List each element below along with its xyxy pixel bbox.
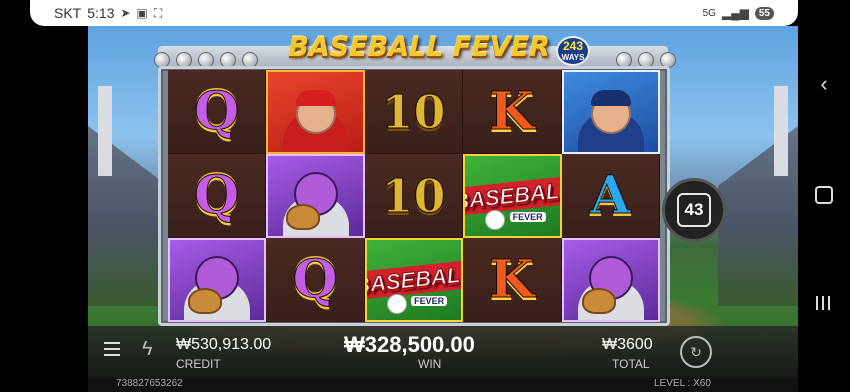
reel-cell: K [463,238,562,322]
baseball-icon [386,294,407,314]
spin-icon[interactable]: ↻ [680,336,712,368]
baseball-icon [485,210,506,230]
ways-badge: 243 WAYS [556,36,590,66]
reel-grid[interactable]: Q 10 K Q 10 BASEBALL FEVER A Q BASEBALL FEVER K [168,70,660,322]
game-title: BASEBALL FEVER [288,32,550,63]
symbol-catcher [266,154,365,238]
logo-subtext: FEVER [509,212,546,222]
symbol-batter [266,70,365,154]
symbol-wild-logo: BASEBALL FEVER [364,238,464,322]
ways-badge-number: 243 [562,39,584,53]
clock: 5:13 [87,5,115,21]
credit-label: CREDIT [176,357,221,371]
system-nav-bar: ‹ [798,0,850,392]
network-label: 5G [702,7,716,19]
total-bet-label: TOTAL [612,357,650,371]
symbol-pitcher [561,70,660,154]
menu-icon[interactable] [104,342,120,360]
signal-icon: ▂▄▆ [721,6,749,20]
symbol-k: K [489,249,535,311]
symbol-10: 10 [381,168,446,223]
symbol-q: Q [292,249,338,311]
credit-value: ₩530,913.00 [176,336,272,353]
symbol-wild-logo: BASEBALL FEVER [463,154,562,238]
symbol-catcher [561,238,660,322]
symbol-a: A [590,165,631,227]
light-tower [774,86,788,176]
logo-subtext: FEVER [411,296,448,306]
carrier-label: SKT [54,5,82,21]
telegram-icon: ➤ [120,6,131,20]
symbol-catcher [168,238,267,322]
total-bet-value[interactable]: ₩3600 [602,336,653,354]
session-id: 738827653262 [116,378,183,389]
back-icon[interactable]: ‹ [808,68,840,100]
logo-text: BASEBALL [366,259,462,301]
win-value: ₩328,500.00 [344,332,475,357]
reel-cell: 10 [364,154,464,238]
light-tower [98,86,112,176]
game-area: Q 10 K Q 10 BASEBALL FEVER A Q BASEBALL FEVER K BAS… [88,26,798,392]
symbol-k: K [489,81,535,143]
bottom-bar: ϟ ₩530,913.00 CREDIT ₩328,500.00 WIN ₩36… [88,326,798,378]
turbo-icon[interactable]: ϟ [142,338,153,361]
footer: 738827653262 LEVEL : X60 [88,378,798,392]
home-icon[interactable] [815,186,833,204]
reel-cell: Q [266,238,365,322]
reel-cell: Q [168,70,267,154]
symbol-q: Q [194,81,240,143]
ways-badge-label: WAYS [561,53,585,62]
reel-cell: 10 [364,70,464,154]
ways-counter-value: 43 [677,193,711,227]
reel-cell: Q [168,154,267,238]
battery-indicator: 55 [754,6,774,20]
symbol-10: 10 [381,84,446,139]
status-bar: SKT 5:13 ➤ ▣ ⛶ 5G ▂▄▆ 55 [30,0,798,26]
screenshot-icon: ⛶ [153,5,163,20]
win-label: WIN [418,357,442,371]
ways-counter: 43 [662,178,726,242]
reel-cell: A [561,154,660,238]
notification-icon: ▣ [136,6,148,20]
symbol-q: Q [194,165,240,227]
logo-text: BASEBALL [465,175,560,217]
reel-cell: K [463,70,562,154]
level-indicator: LEVEL : X60 [654,378,711,389]
recent-apps-icon[interactable] [816,296,830,310]
